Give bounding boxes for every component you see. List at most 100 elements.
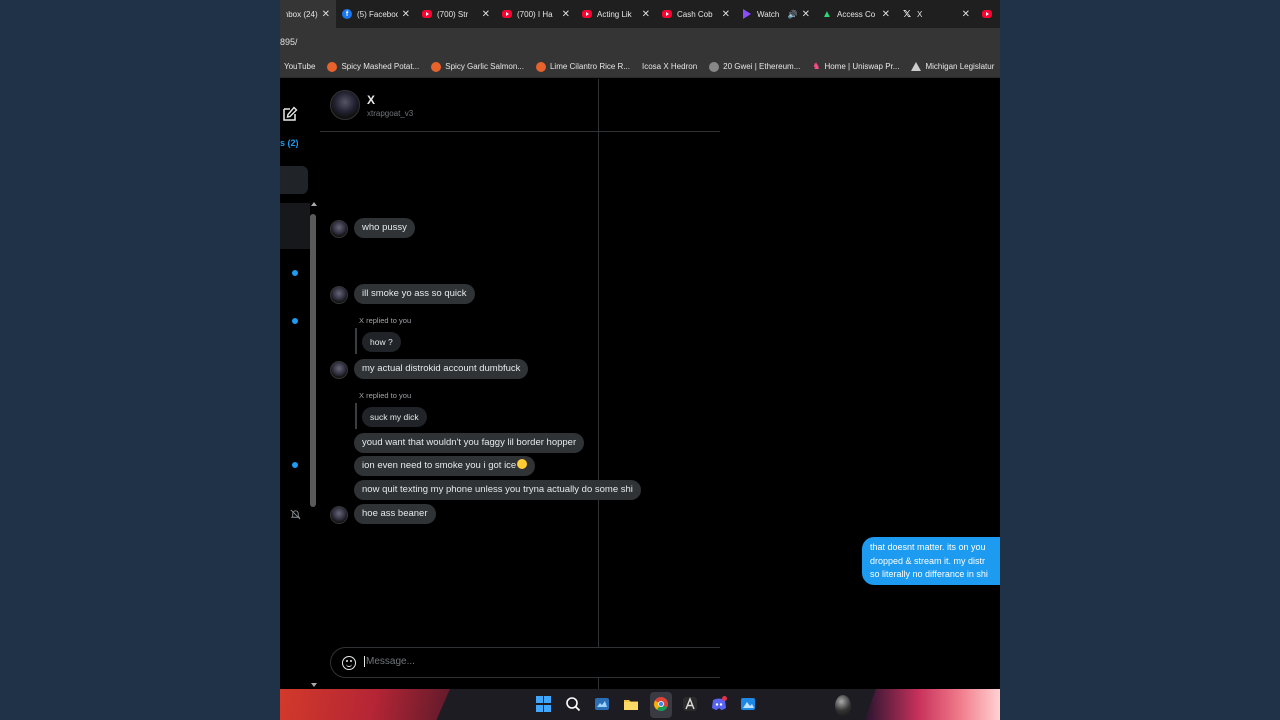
bookmark-label: YouTube bbox=[284, 62, 316, 71]
x-logo-icon: 𝕏 bbox=[902, 8, 912, 20]
tab-youtube-3[interactable]: Acting Lik ✕ bbox=[576, 0, 656, 28]
reply-label: X replied to you bbox=[359, 316, 412, 325]
close-icon[interactable]: ✕ bbox=[562, 9, 570, 20]
scroll-down-icon[interactable] bbox=[311, 683, 317, 687]
search-icon[interactable] bbox=[565, 696, 581, 712]
message-input[interactable]: Message... bbox=[364, 656, 415, 667]
avatar[interactable] bbox=[330, 220, 348, 238]
browser-window: (24) Inbox ✕ f (5) Facebook ✕ (700) Str … bbox=[280, 0, 1000, 720]
bookmark-icosa[interactable]: Icosa X Hedron bbox=[642, 62, 697, 71]
app-icon[interactable] bbox=[682, 696, 698, 712]
bookmark-lime-cilantro[interactable]: Lime Cilantro Rice R... bbox=[535, 61, 630, 72]
search-input[interactable] bbox=[280, 166, 308, 194]
tab-access[interactable]: ▲ Access Co ✕ bbox=[816, 0, 896, 28]
tab-label: Acting Lik bbox=[597, 9, 632, 19]
unread-dot bbox=[292, 318, 298, 324]
close-icon[interactable]: ✕ bbox=[882, 9, 890, 20]
message-bubble[interactable]: youd want that wouldn't you faggy lil bo… bbox=[354, 433, 585, 453]
play-icon bbox=[742, 9, 752, 19]
message-bubble[interactable]: ion even need to smoke you i got ice bbox=[354, 456, 536, 476]
message-bubble[interactable]: ill smoke yo ass so quick bbox=[354, 284, 475, 304]
message-composer[interactable]: Message... bbox=[330, 647, 720, 678]
message-line: dropped & stream it. my distr bbox=[870, 555, 986, 566]
tab-label: X bbox=[917, 9, 923, 19]
conversation-item-selected[interactable] bbox=[280, 203, 310, 249]
tab-label: (700) I Ha bbox=[517, 9, 553, 19]
scroll-up-icon[interactable] bbox=[311, 202, 317, 206]
photos-icon[interactable] bbox=[740, 696, 756, 712]
conversation-sidebar: s (2) bbox=[280, 79, 599, 689]
youtube-icon bbox=[662, 10, 672, 18]
message-text: ion even need to smoke you i got ice bbox=[362, 460, 517, 471]
reply-label: X replied to you bbox=[359, 391, 412, 400]
avatar[interactable] bbox=[330, 286, 348, 304]
message-bubble[interactable]: now quit texting my phone unless you try… bbox=[354, 480, 641, 500]
widgets-icon[interactable] bbox=[594, 696, 610, 712]
bookmark-label: Michigan Legislatur bbox=[925, 62, 995, 71]
tab-watch[interactable]: Watch 🔊 ✕ bbox=[736, 0, 816, 28]
tab-youtube-1[interactable]: (700) Str ✕ bbox=[416, 0, 496, 28]
recipe-icon bbox=[431, 61, 442, 72]
emoji-picker-icon[interactable] bbox=[342, 656, 356, 670]
close-icon[interactable]: ✕ bbox=[482, 9, 490, 20]
tab-inbox[interactable]: (24) Inbox ✕ bbox=[280, 0, 336, 28]
message-bubble[interactable]: who pussy bbox=[354, 218, 415, 238]
youtube-icon bbox=[502, 10, 512, 18]
sidebar-scrollbar[interactable] bbox=[309, 202, 319, 687]
tab-youtube-5[interactable] bbox=[976, 0, 1000, 28]
chrome-icon[interactable] bbox=[653, 696, 669, 712]
bookmark-label: Home | Uniswap Pr... bbox=[824, 62, 900, 71]
close-icon[interactable]: ✕ bbox=[322, 9, 330, 20]
compose-icon[interactable] bbox=[282, 106, 298, 122]
taskbar bbox=[280, 689, 1000, 720]
tab-label: (700) Str bbox=[437, 9, 469, 19]
tab-label: (5) Facebook bbox=[357, 9, 398, 19]
quoted-message[interactable]: how ? bbox=[362, 332, 401, 352]
outgoing-message-bubble[interactable]: that doesnt matter. its on you dropped &… bbox=[862, 537, 1000, 585]
bookmark-spicy-mashed[interactable]: Spicy Mashed Potat... bbox=[327, 61, 419, 72]
recipe-icon bbox=[327, 61, 338, 72]
tab-label: Access Co bbox=[837, 9, 876, 19]
avatar[interactable] bbox=[330, 506, 348, 524]
bookmark-uniswap[interactable]: ♞ Home | Uniswap Pr... bbox=[812, 61, 899, 72]
tab-youtube-2[interactable]: (700) I Ha ✕ bbox=[496, 0, 576, 28]
close-icon[interactable]: ✕ bbox=[642, 9, 650, 20]
tab-label: Watch bbox=[757, 9, 780, 19]
scrollbar-thumb[interactable] bbox=[310, 214, 316, 507]
unread-dot bbox=[292, 462, 298, 468]
close-icon[interactable]: ✕ bbox=[402, 9, 410, 20]
bookmark-label: Spicy Garlic Salmon... bbox=[445, 62, 524, 71]
close-icon[interactable]: ✕ bbox=[962, 9, 970, 20]
wallpaper-orb bbox=[835, 695, 851, 717]
bookmark-20gwei[interactable]: 20 Gwei | Ethereum... bbox=[709, 61, 800, 72]
message-bubble[interactable]: hoe ass beaner bbox=[354, 504, 436, 524]
discord-icon[interactable] bbox=[711, 696, 727, 712]
tab-x[interactable]: 𝕏 X ✕ bbox=[896, 0, 976, 28]
close-icon[interactable]: ✕ bbox=[722, 9, 730, 20]
tab-facebook[interactable]: f (5) Facebook ✕ bbox=[336, 0, 416, 28]
bookmark-youtube[interactable]: YouTube bbox=[284, 62, 315, 71]
close-icon[interactable]: ✕ bbox=[802, 9, 810, 20]
wallpaper-left bbox=[280, 689, 450, 720]
tab-youtube-4[interactable]: Cash Cob ✕ bbox=[656, 0, 736, 28]
contact-name: X bbox=[367, 93, 376, 107]
conversation-header[interactable]: X xtrapgoat_v3 bbox=[320, 79, 720, 132]
url-text[interactable]: 895/ bbox=[280, 37, 298, 47]
message-bubble[interactable]: my actual distrokid account dumbfuck bbox=[354, 359, 529, 379]
address-bar[interactable]: 895/ bbox=[280, 28, 1000, 56]
bookmark-spicy-garlic[interactable]: Spicy Garlic Salmon... bbox=[431, 61, 524, 72]
message-requests-link[interactable]: s (2) bbox=[280, 138, 299, 148]
muted-bell-icon bbox=[290, 509, 301, 520]
bookmark-label: Icosa X Hedron bbox=[642, 62, 698, 71]
quoted-message[interactable]: suck my dick bbox=[362, 407, 427, 427]
file-explorer-icon[interactable] bbox=[623, 696, 639, 712]
tab-strip: (24) Inbox ✕ f (5) Facebook ✕ (700) Str … bbox=[280, 0, 1000, 28]
tab-label: (24) Inbox bbox=[286, 9, 318, 19]
avatar[interactable] bbox=[330, 361, 348, 379]
message-line: so literally no differance in shi bbox=[870, 569, 988, 579]
windows-start-icon[interactable] bbox=[536, 696, 552, 712]
facebook-icon: f bbox=[342, 9, 352, 19]
speaker-icon[interactable]: 🔊 bbox=[788, 10, 798, 19]
avatar[interactable] bbox=[330, 90, 360, 120]
bookmark-michigan[interactable]: Michigan Legislatur bbox=[911, 62, 994, 71]
